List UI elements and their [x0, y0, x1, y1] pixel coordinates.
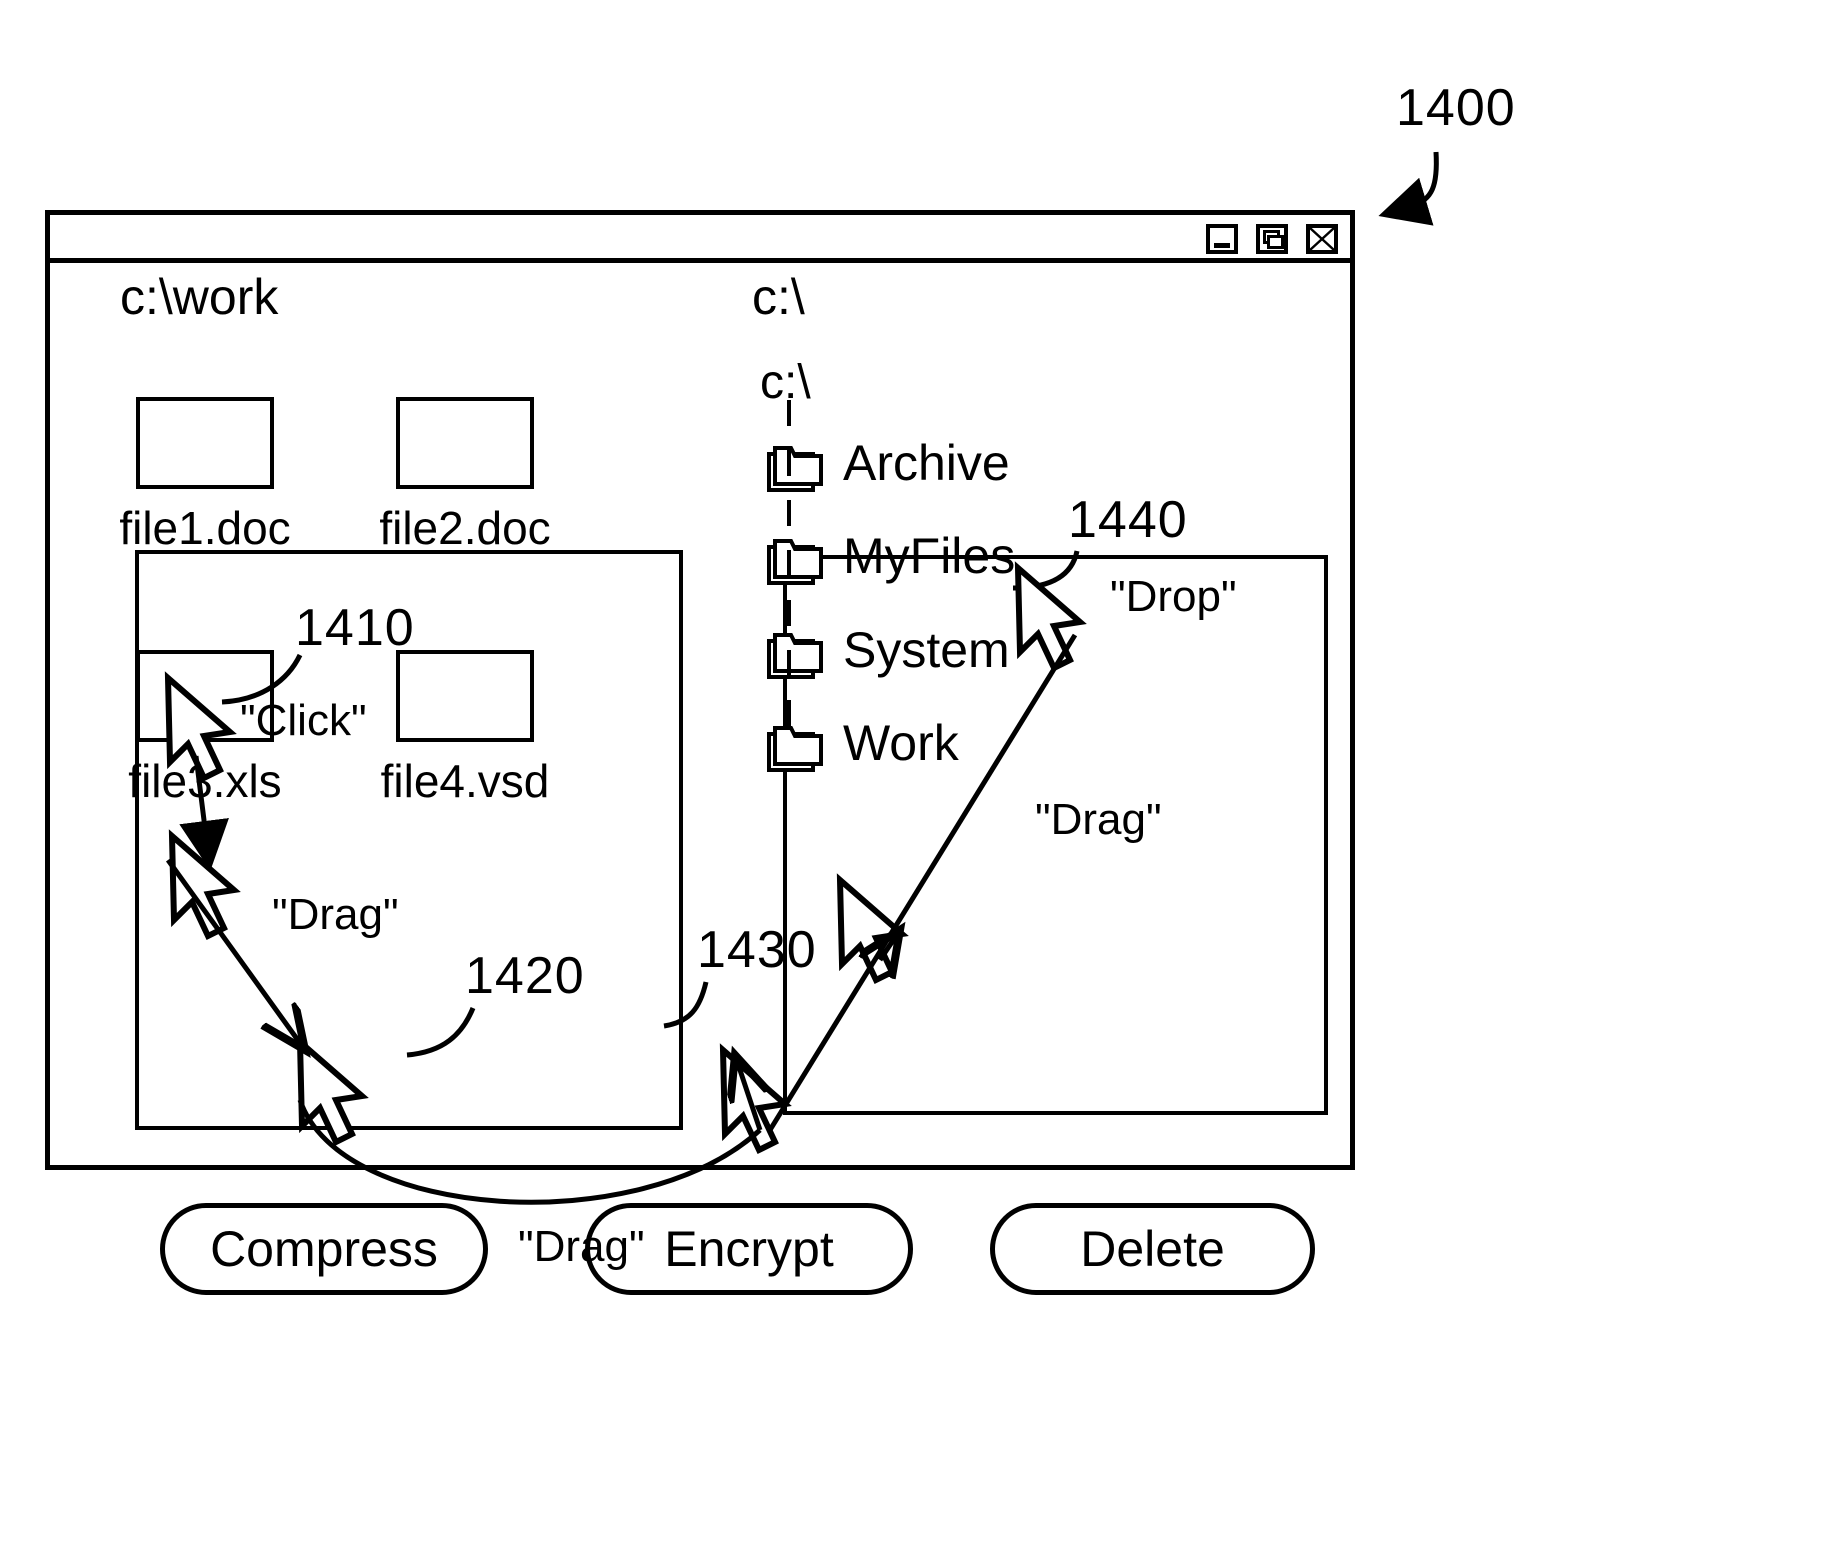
file-item-label: file1.doc: [119, 502, 291, 554]
folder-icon: [767, 446, 823, 492]
ref-number-1420: 1420: [465, 947, 585, 1005]
annotation-drag-bottom: "Drag": [518, 1222, 645, 1271]
document-icon: [136, 397, 274, 489]
restore-icon[interactable]: [1256, 224, 1288, 254]
ref-number-1410: 1410: [295, 599, 415, 657]
file-item-label: file4.vsd: [380, 755, 550, 807]
ref-number-1430: 1430: [697, 921, 817, 979]
tree-item-system[interactable]: System: [765, 622, 1010, 685]
file-item-1[interactable]: file1.doc: [105, 397, 305, 555]
tree-item-label: System: [843, 622, 1010, 678]
tree-item-archive[interactable]: Archive: [765, 435, 1010, 498]
annotation-drag-encrypt-to-myfiles: "Drag": [1035, 795, 1162, 844]
tree-item-label: Work: [843, 715, 959, 771]
leader-1400: [1378, 151, 1439, 226]
file-item-label: file3.xls: [128, 755, 282, 807]
file-item-label: file2.doc: [379, 502, 551, 554]
tree-item-label: Archive: [843, 435, 1010, 491]
tree-item-myfiles[interactable]: MyFiles: [765, 528, 1015, 591]
compress-button[interactable]: Compress: [160, 1203, 488, 1295]
minimize-icon[interactable]: [1206, 224, 1238, 254]
folder-icon: [767, 633, 823, 679]
tree-item-label: MyFiles: [843, 528, 1016, 584]
document-icon: [396, 397, 534, 489]
annotation-drag-file-to-compress: "Drag": [272, 890, 399, 939]
delete-button[interactable]: Delete: [990, 1203, 1315, 1295]
file-item-2[interactable]: file2.doc: [365, 397, 565, 555]
annotation-drop: "Drop": [1110, 572, 1237, 621]
annotation-click: "Click": [240, 696, 367, 745]
folder-icon: [767, 539, 823, 585]
close-icon[interactable]: [1306, 224, 1338, 254]
tree-item-work[interactable]: Work: [765, 715, 959, 778]
file-item-4[interactable]: file4.vsd: [365, 650, 565, 808]
folder-icon: [767, 726, 823, 772]
tree-root-label: c:\: [760, 356, 811, 409]
left-pane-path-label: c:\work: [120, 269, 279, 325]
figure-number-1400: 1400: [1396, 79, 1516, 137]
window-title-bar: [50, 215, 1350, 263]
right-pane-path-label: c:\: [752, 269, 805, 325]
ref-number-1440: 1440: [1068, 491, 1188, 549]
diagram-icon: [396, 650, 534, 742]
